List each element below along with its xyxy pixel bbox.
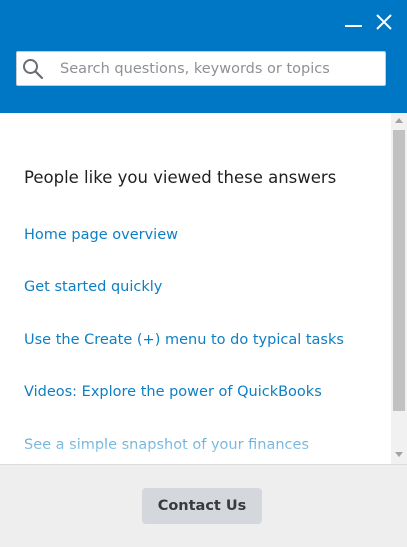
help-panel-footer: Contact Us <box>0 464 407 547</box>
close-icon[interactable] <box>374 12 394 32</box>
scroll-down-arrow-icon[interactable] <box>395 452 403 457</box>
scrollbar-thumb[interactable] <box>393 130 405 411</box>
search-input[interactable] <box>60 53 378 84</box>
minimize-icon[interactable] <box>345 25 362 27</box>
answer-link-get-started-quickly[interactable]: Get started quickly <box>24 279 162 295</box>
section-title: People like you viewed these answers <box>24 168 337 187</box>
scrollbar[interactable] <box>391 113 407 464</box>
answer-link-create-menu[interactable]: Use the Create (+) menu to do typical ta… <box>24 332 344 348</box>
answers-panel: People like you viewed these answers Hom… <box>0 113 391 464</box>
help-panel-header <box>0 0 407 113</box>
search-box[interactable] <box>16 51 386 86</box>
scroll-up-arrow-icon[interactable] <box>395 118 403 123</box>
answer-link-home-page-overview[interactable]: Home page overview <box>24 227 178 243</box>
search-icon <box>23 59 44 80</box>
contact-us-button[interactable]: Contact Us <box>142 488 262 524</box>
answer-link-videos[interactable]: Videos: Explore the power of QuickBooks <box>24 384 322 400</box>
answer-link-snapshot-finances[interactable]: See a simple snapshot of your finances <box>24 437 309 453</box>
